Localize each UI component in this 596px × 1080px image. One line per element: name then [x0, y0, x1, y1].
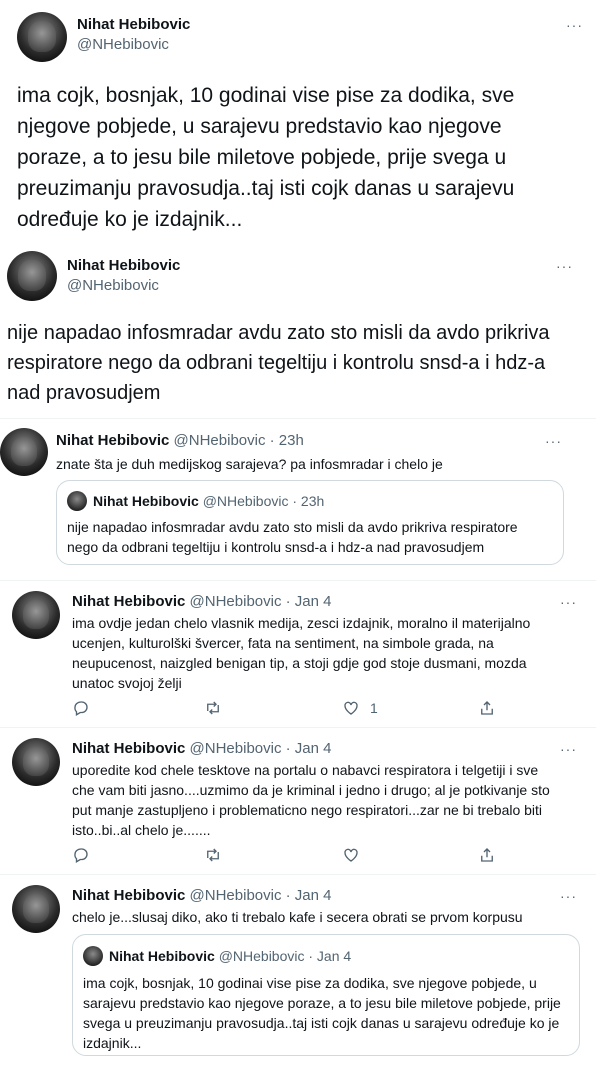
quoted-author-meta: @NHebibovic · 23h	[202, 493, 325, 509]
author-name[interactable]: Nihat Hebibovic	[72, 740, 185, 757]
tweet-text: chelo je...slusaj diko, ako ti trebalo k…	[72, 909, 523, 925]
avatar[interactable]	[0, 428, 48, 476]
author-handle[interactable]: @NHebibovic	[77, 36, 169, 53]
tweet-text: znate šta je duh medijskog sarajeva? pa …	[56, 456, 443, 472]
quoted-text: ima cojk, bosnjak, 10 godinai vise pise …	[83, 975, 561, 1051]
author-name[interactable]: Nihat Hebibovic	[67, 257, 180, 274]
heart-icon	[344, 848, 358, 862]
quoted-author-name: Nihat Hebibovic	[93, 493, 199, 509]
quoted-avatar	[67, 491, 87, 511]
author-meta[interactable]: @NHebibovic · 23h	[174, 432, 304, 449]
tweet-text: nije napadao infosmradar avdu zato sto m…	[7, 322, 550, 404]
like-count: 1	[370, 700, 378, 716]
divider	[0, 727, 596, 728]
reply-button[interactable]	[72, 846, 90, 864]
tweet-text: ima ovdje jedan chelo vlasnik medija, ze…	[72, 615, 531, 691]
tweet-text: uporedite kod chele tesktove na portalu …	[72, 762, 550, 838]
retweet-icon	[207, 848, 219, 862]
retweet-button[interactable]	[204, 699, 222, 717]
share-button[interactable]	[478, 846, 496, 864]
tweet-separator	[0, 236, 596, 246]
quoted-avatar	[83, 946, 103, 966]
retweet-icon	[207, 701, 219, 715]
retweet-button[interactable]	[204, 846, 222, 864]
share-icon	[481, 848, 493, 862]
author-meta[interactable]: @NHebibovic · Jan 4	[190, 593, 332, 610]
quoted-tweet[interactable]: Nihat Hebibovic @NHebibovic · Jan 4 ima …	[72, 934, 580, 1056]
author-name[interactable]: Nihat Hebibovic	[72, 593, 185, 610]
tweet-text: ima cojk, bosnjak, 10 godinai vise pise …	[17, 84, 515, 231]
heart-icon	[344, 701, 358, 715]
avatar[interactable]	[12, 591, 60, 639]
author-name[interactable]: Nihat Hebibovic	[72, 887, 185, 904]
divider	[0, 580, 596, 581]
author-meta[interactable]: @NHebibovic · Jan 4	[190, 887, 332, 904]
like-button[interactable]: 1	[342, 699, 378, 717]
author-name[interactable]: Nihat Hebibovic	[56, 432, 169, 449]
more-icon[interactable]: ···	[560, 742, 577, 756]
reply-icon	[74, 848, 88, 863]
more-icon[interactable]: ···	[545, 434, 562, 448]
more-icon[interactable]: ···	[566, 18, 583, 32]
share-icon	[481, 701, 493, 715]
avatar[interactable]	[7, 251, 57, 301]
quoted-author-name: Nihat Hebibovic	[109, 948, 215, 964]
more-icon[interactable]: ···	[560, 889, 577, 903]
divider	[0, 874, 596, 875]
author-handle[interactable]: @NHebibovic	[67, 277, 159, 294]
avatar[interactable]	[12, 738, 60, 786]
reply-button[interactable]	[72, 699, 90, 717]
quoted-tweet[interactable]: Nihat Hebibovic @NHebibovic · 23h nije n…	[56, 480, 564, 565]
author-meta[interactable]: @NHebibovic · Jan 4	[190, 740, 332, 757]
avatar[interactable]	[17, 12, 67, 62]
divider	[0, 418, 596, 419]
avatar[interactable]	[12, 885, 60, 933]
quoted-text: nije napadao infosmradar avdu zato sto m…	[67, 519, 518, 555]
more-icon[interactable]: ···	[560, 595, 577, 609]
reply-icon	[74, 701, 88, 716]
share-button[interactable]	[478, 699, 496, 717]
like-button[interactable]	[342, 846, 360, 864]
more-icon[interactable]: ···	[556, 259, 573, 273]
author-name[interactable]: Nihat Hebibovic	[77, 16, 190, 33]
quoted-author-meta: @NHebibovic · Jan 4	[218, 948, 352, 964]
